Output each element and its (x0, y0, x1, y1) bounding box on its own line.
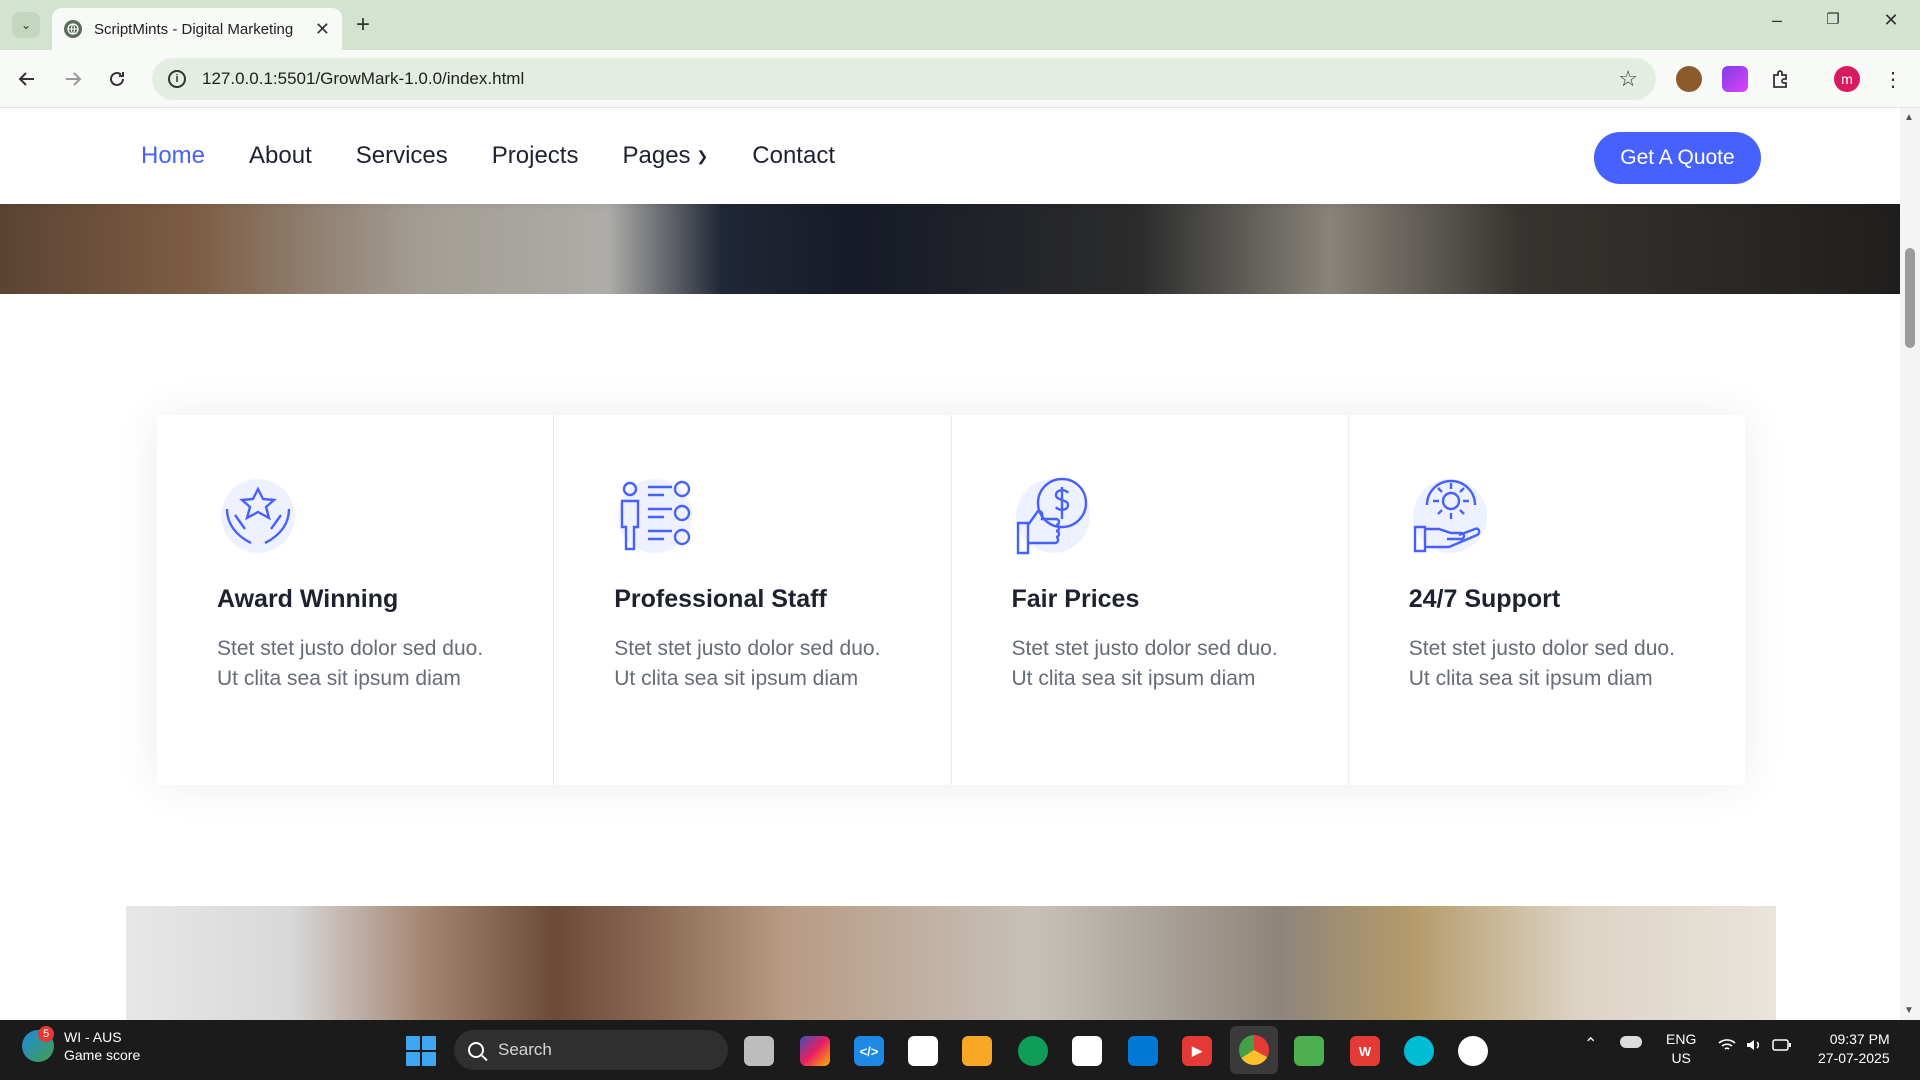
tab-title: ScriptMints - Digital Marketing (94, 20, 294, 38)
globe-favicon-icon (64, 20, 82, 38)
notification-badge: 5 (38, 1026, 54, 1042)
nav-links: Home About Services Projects Pages ❯ Cont… (141, 142, 835, 170)
feature-card: 24/7 Support Stet stet justo dolor sed d… (1349, 415, 1745, 785)
outlook-icon[interactable] (1128, 1036, 1158, 1066)
url-text: 127.0.0.1:5501/GrowMark-1.0.0/index.html (202, 69, 525, 88)
hero-image (0, 204, 1900, 294)
cricket-widget-icon: 5 (22, 1026, 54, 1062)
taskbar-search[interactable]: Search (454, 1030, 728, 1070)
browser-tab-strip: ⌄ ScriptMints - Digital Marketing ✕ + – … (0, 0, 1920, 50)
scroll-up-arrow-icon[interactable]: ▲ (1904, 112, 1914, 123)
wps-office-icon[interactable]: W (1350, 1036, 1380, 1066)
browser-menu-icon[interactable]: ⋮ (1880, 66, 1906, 92)
windows-start-icon[interactable] (406, 1036, 436, 1066)
cookie-extension-icon[interactable] (1676, 66, 1702, 92)
edge-icon[interactable] (1018, 1036, 1048, 1066)
scroll-down-arrow-icon[interactable]: ▼ (1904, 1005, 1914, 1016)
region-code: US (1671, 1050, 1691, 1066)
volume-icon[interactable] (1746, 1038, 1762, 1055)
feature-title: Fair Prices (1011, 585, 1140, 613)
award-hands-star-icon (217, 475, 299, 557)
nav-pages-dropdown[interactable]: Pages ❯ (622, 142, 708, 170)
feature-text: Stet stet justo dolor sed duo. Ut clita … (614, 637, 881, 690)
features-section: Award Winning Stet stet justo dolor sed … (157, 415, 1745, 785)
notepad-icon[interactable] (1294, 1036, 1324, 1066)
profile-avatar[interactable]: m (1834, 66, 1860, 92)
nav-pages-label: Pages (622, 142, 691, 169)
minimize-window-button[interactable]: – (1762, 10, 1792, 31)
feature-text: Stet stet justo dolor sed duo. Ut clita … (217, 637, 484, 690)
task-view-icon[interactable] (744, 1036, 774, 1066)
forward-button[interactable] (60, 66, 86, 92)
feature-text: Stet stet justo dolor sed duo. Ut clita … (1011, 637, 1278, 690)
system-clock[interactable]: 09:37 PM 27-07-2025 (1818, 1030, 1890, 1068)
nav-contact[interactable]: Contact (752, 142, 835, 170)
arrow-left-icon (18, 72, 34, 86)
feature-text: Stet stet justo dolor sed duo. Ut clita … (1408, 637, 1675, 690)
battery-icon[interactable] (1772, 1038, 1792, 1055)
nav-services[interactable]: Services (356, 142, 448, 170)
reload-button[interactable] (104, 66, 130, 92)
feature-card: Fair Prices Stet stet justo dolor sed du… (952, 415, 1349, 785)
bookmark-star-icon[interactable]: ☆ (1618, 66, 1638, 92)
feature-title: 24/7 Support (1408, 585, 1561, 613)
extensions-puzzle-icon[interactable] (1768, 66, 1794, 92)
chevron-down-icon: ❯ (696, 148, 709, 165)
feature-card: Professional Staff Stet stet justo dolor… (554, 415, 952, 785)
browser-toolbar: i 127.0.0.1:5501/GrowMark-1.0.0/index.ht… (0, 50, 1920, 108)
restore-window-button[interactable]: ❐ (1818, 10, 1848, 28)
chevron-down-icon: ⌄ (20, 18, 32, 32)
feature-card: Award Winning Stet stet justo dolor sed … (157, 415, 555, 785)
youtube-icon[interactable]: ▶ (1182, 1036, 1212, 1066)
address-bar[interactable]: i 127.0.0.1:5501/GrowMark-1.0.0/index.ht… (152, 58, 1656, 100)
weather-widget[interactable]: 5 WI - AUS Game score (22, 1026, 141, 1064)
feature-title: Professional Staff (614, 585, 827, 613)
wifi-icon[interactable] (1718, 1038, 1736, 1055)
language-indicator[interactable]: ENG US (1666, 1030, 1696, 1068)
new-tab-button[interactable]: + (356, 12, 370, 38)
vscode-icon[interactable]: </> (854, 1036, 884, 1066)
feature-title: Award Winning (217, 585, 399, 613)
nav-about[interactable]: About (249, 142, 312, 170)
reload-icon (110, 71, 124, 86)
windows-taskbar: 5 WI - AUS Game score Search </> ▶ W ⌃ E… (0, 1020, 1920, 1080)
widget-subtitle: Game score (64, 1047, 141, 1063)
copilot-icon[interactable] (800, 1036, 830, 1066)
scrollbar-thumb[interactable] (1905, 248, 1915, 348)
search-label: Search (498, 1040, 552, 1059)
ms-store-icon[interactable] (1072, 1036, 1102, 1066)
get-a-quote-button[interactable]: Get A Quote (1594, 132, 1761, 184)
clock-time: 09:37 PM (1829, 1031, 1890, 1047)
clock-date: 27-07-2025 (1818, 1050, 1890, 1066)
close-window-button[interactable]: ✕ (1876, 10, 1906, 31)
tab-search-button[interactable]: ⌄ (12, 12, 40, 38)
close-tab-icon[interactable]: ✕ (315, 19, 330, 40)
show-hidden-icons-chevron-icon[interactable]: ⌃ (1584, 1034, 1597, 1054)
page-scrollbar[interactable]: ▲ ▼ (1900, 108, 1920, 1020)
arrow-right-icon (66, 72, 82, 86)
nav-projects[interactable]: Projects (492, 142, 579, 170)
support-gear-hand-icon (1409, 475, 1491, 557)
thumbs-up-dollar-icon (1012, 475, 1094, 557)
chrome-icon-active[interactable] (1230, 1026, 1278, 1074)
about-image (126, 906, 1776, 1020)
extension-icon[interactable] (1722, 66, 1748, 92)
page-viewport: Home About Services Projects Pages ❯ Cont… (0, 108, 1900, 1020)
search-icon (468, 1042, 484, 1058)
canva-icon[interactable] (1404, 1036, 1434, 1066)
site-navbar: Home About Services Projects Pages ❯ Cont… (0, 108, 1900, 204)
back-button[interactable] (14, 66, 40, 92)
onedrive-cloud-icon[interactable] (1620, 1036, 1642, 1048)
browser-tab-active[interactable]: ScriptMints - Digital Marketing ✕ (52, 8, 342, 50)
widget-title: WI - AUS (64, 1029, 122, 1045)
app-icon[interactable] (908, 1036, 938, 1066)
chatgpt-icon[interactable] (1458, 1036, 1488, 1066)
staff-checklist-icon (614, 475, 696, 557)
nav-home[interactable]: Home (141, 142, 205, 170)
site-info-icon[interactable]: i (168, 70, 186, 88)
language-code: ENG (1666, 1031, 1697, 1047)
file-explorer-icon[interactable] (962, 1036, 992, 1066)
